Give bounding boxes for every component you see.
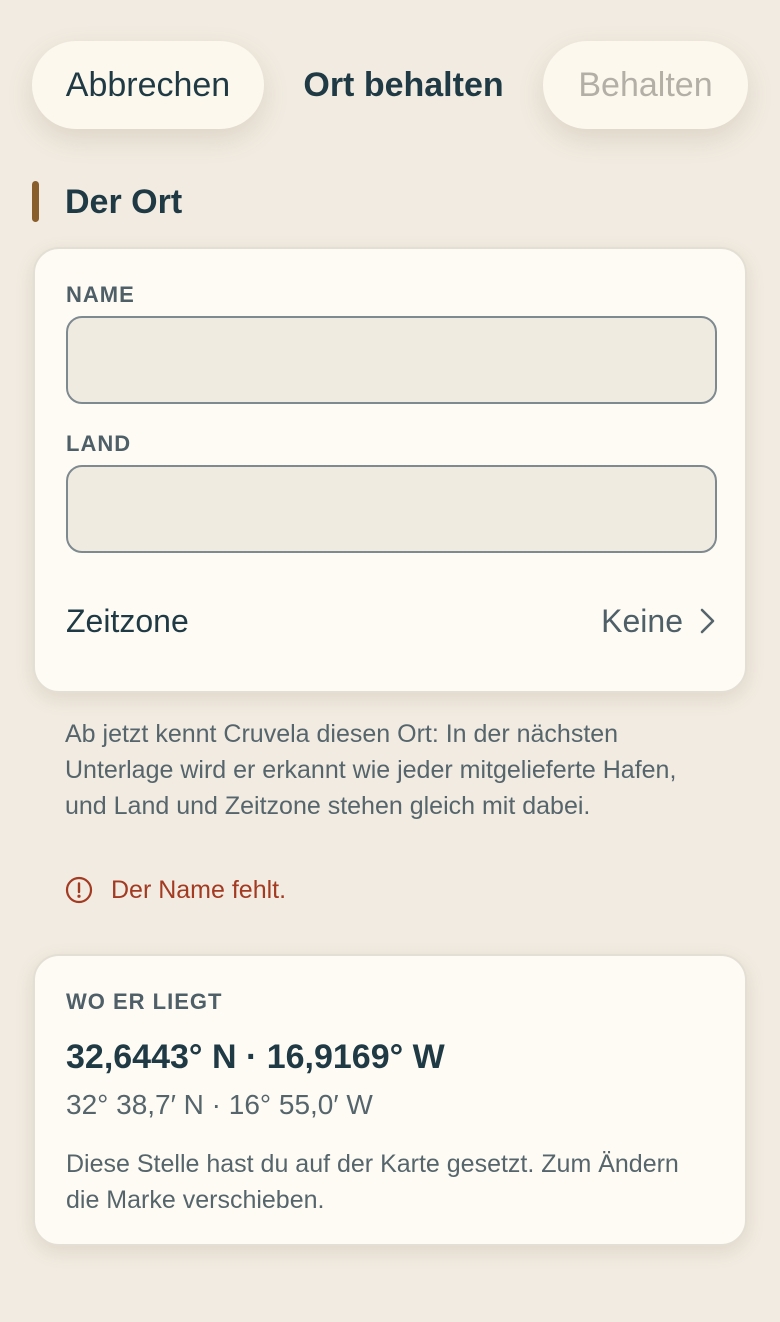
- name-input[interactable]: [66, 316, 717, 404]
- country-field-label: LAND: [66, 431, 132, 456]
- location-note: Diese Stelle hast du auf der Karte geset…: [66, 1150, 679, 1214]
- alert-circle-icon: [65, 876, 93, 904]
- timezone-value-group: Keine: [601, 603, 717, 640]
- help-text: Ab jetzt kennt Cruvela diesen Ort: In de…: [65, 720, 677, 820]
- chevron-right-icon: [700, 608, 715, 634]
- timezone-value: Keine: [601, 602, 683, 639]
- coordinates-degrees-minutes: 32° 38,7′ N · 16° 55,0′ W: [66, 1089, 373, 1120]
- timezone-row[interactable]: Zeitzone Keine: [66, 591, 717, 651]
- location-card: WO ER LIEGT 32,6443° N · 16,9169° W 32° …: [33, 954, 747, 1246]
- page-title: Ort behalten: [303, 65, 504, 104]
- country-input[interactable]: [66, 465, 717, 553]
- section-accent-bar: [32, 181, 39, 222]
- location-label: WO ER LIEGT: [66, 989, 223, 1014]
- section-title: Der Ort: [65, 183, 183, 221]
- cancel-button[interactable]: Abbrechen: [32, 41, 264, 129]
- save-button[interactable]: Behalten: [543, 41, 748, 129]
- timezone-label: Zeitzone: [66, 602, 189, 639]
- error-text: Der Name fehlt.: [111, 875, 287, 904]
- place-card: NAME LAND Zeitzone Keine: [33, 247, 747, 693]
- edit-place-screen: Abbrechen Ort behalten Behalten Der Ort …: [0, 0, 780, 1322]
- coordinates-decimal: 32,6443° N · 16,9169° W: [66, 1038, 445, 1076]
- name-field-label: NAME: [66, 282, 135, 307]
- name-error: Der Name fehlt.: [65, 872, 286, 908]
